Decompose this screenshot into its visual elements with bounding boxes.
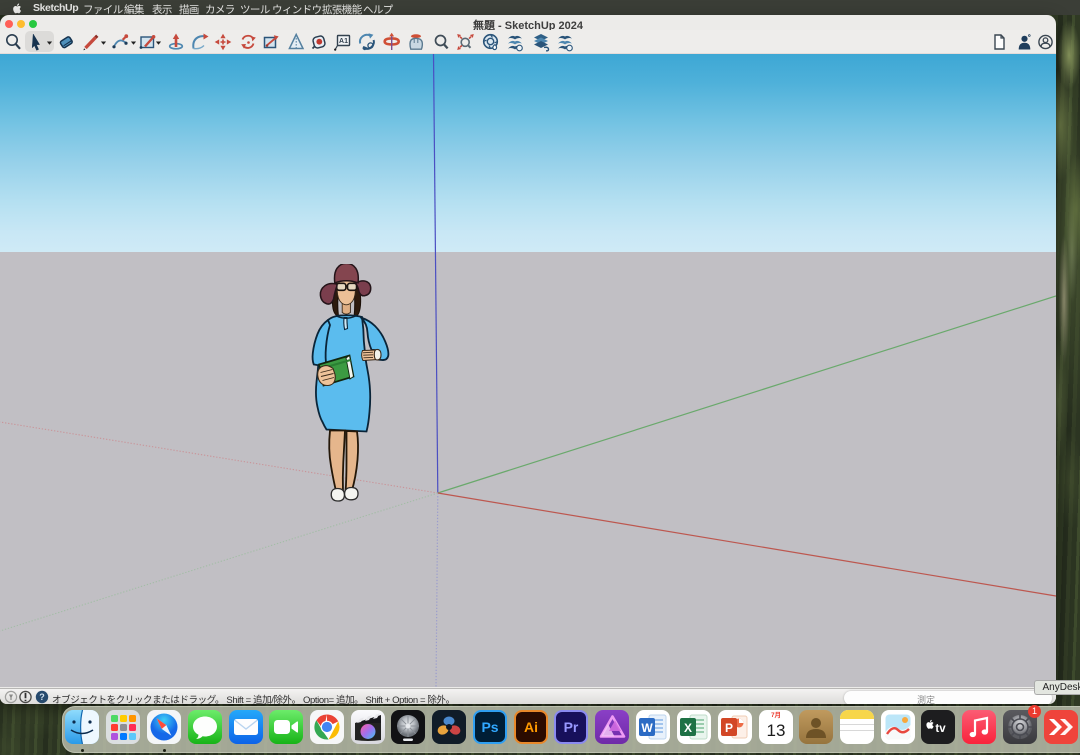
svg-text:W: W: [641, 721, 653, 735]
svg-text:X: X: [684, 721, 692, 735]
svg-text:?: ?: [39, 692, 45, 702]
svg-text:tv: tv: [935, 723, 946, 735]
svg-text:A1: A1: [339, 38, 348, 45]
svg-text:P: P: [725, 721, 733, 735]
